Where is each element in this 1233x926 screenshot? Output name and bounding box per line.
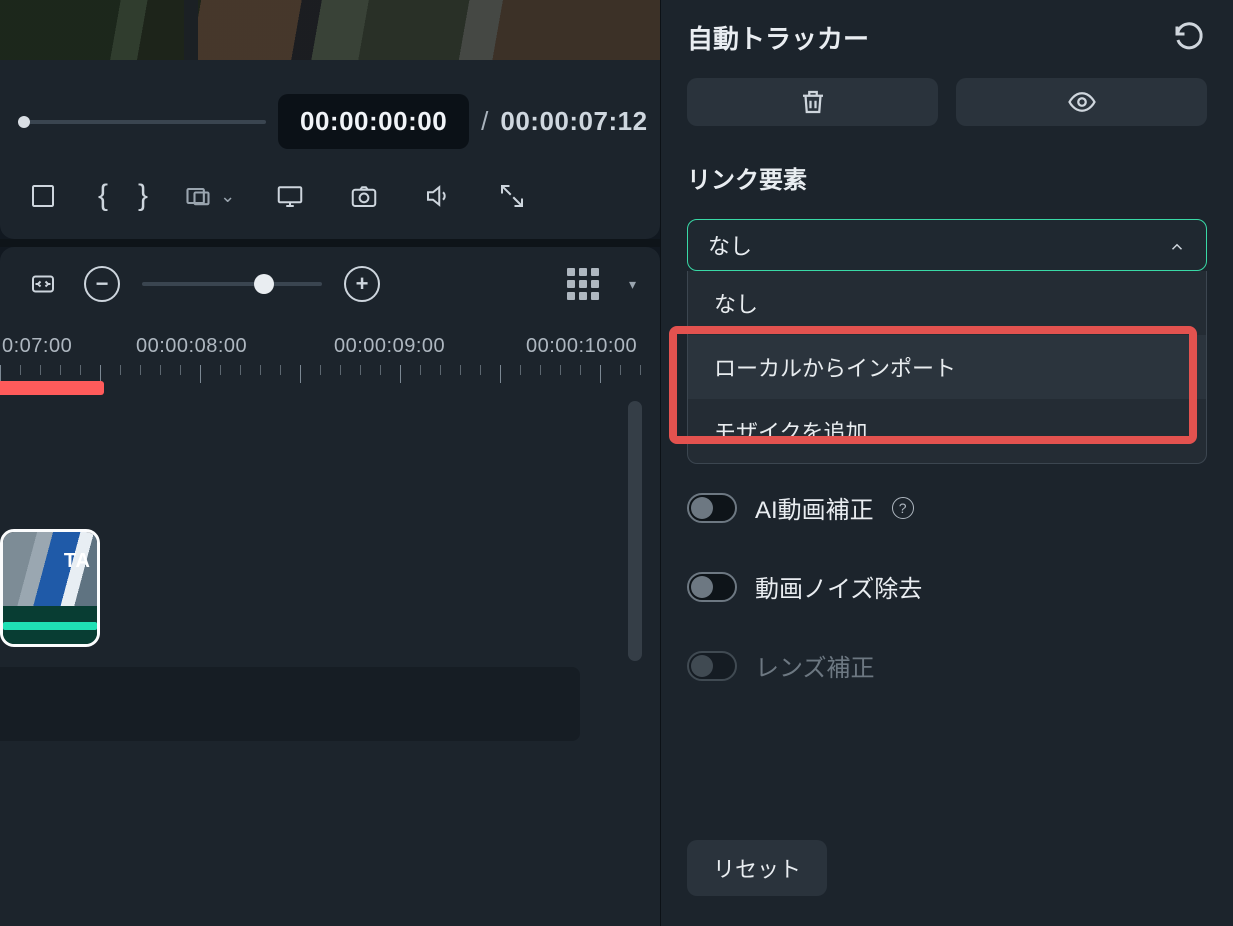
total-timecode: 00:00:07:12 xyxy=(500,106,647,137)
clip-audio-waveform xyxy=(3,606,97,646)
chevron-down-icon: ⌄ xyxy=(220,186,235,207)
current-timecode[interactable]: 00:00:00:00 xyxy=(278,94,469,149)
zoom-slider-handle[interactable] xyxy=(254,274,274,294)
ruler-label: 00:00:09:00 xyxy=(334,335,445,358)
inspector-panel: 自動トラッカー リンク要素 なし なし ローカルからインポート モザイクを追加 xyxy=(660,0,1233,926)
select-value: なし xyxy=(708,229,752,261)
mark-in-button[interactable]: { xyxy=(98,179,108,213)
dropdown-option-add-mosaic[interactable]: モザイクを追加 xyxy=(688,399,1206,463)
fit-width-icon[interactable] xyxy=(24,265,62,303)
editor-left-pane: 00:00:00:00 / 00:00:07:12 { } ⌄ xyxy=(0,0,660,926)
zoom-toolbar: − + ▾ xyxy=(0,247,660,321)
delete-button[interactable] xyxy=(687,78,938,126)
ruler-label: 0:07:00 xyxy=(2,335,72,358)
timecode-separator: / xyxy=(481,106,488,137)
lens-correction-label: レンズ補正 xyxy=(755,648,875,683)
timeline-tracks[interactable] xyxy=(0,401,660,926)
empty-track[interactable] xyxy=(0,667,580,741)
denoise-toggle[interactable] xyxy=(687,572,737,602)
mark-out-button[interactable]: } xyxy=(138,179,148,213)
ruler-label: 00:00:08:00 xyxy=(136,335,247,358)
scrub-slider[interactable] xyxy=(20,120,266,124)
undo-icon[interactable] xyxy=(1171,19,1207,55)
reset-button[interactable]: リセット xyxy=(687,840,827,896)
timeline[interactable]: 0:07:00 00:00:08:00 00:00:09:00 00:00:10… xyxy=(0,321,660,926)
trash-icon xyxy=(798,87,828,117)
volume-icon[interactable] xyxy=(419,177,457,215)
ruler-label: 00:00:10:00 xyxy=(526,335,637,358)
timeline-ruler[interactable]: 0:07:00 00:00:08:00 00:00:09:00 00:00:10… xyxy=(0,321,660,391)
mark-in-out-group: { } xyxy=(98,179,148,213)
dropdown-option-none[interactable]: なし xyxy=(688,271,1206,335)
link-element-dropdown: なし ローカルからインポート モザイクを追加 xyxy=(687,271,1207,464)
thumbnail-view-icon[interactable] xyxy=(567,268,599,300)
denoise-label: 動画ノイズ除去 xyxy=(755,569,922,604)
preview-wrap xyxy=(0,0,660,60)
dropdown-option-import-local[interactable]: ローカルからインポート xyxy=(688,335,1206,399)
help-icon[interactable]: ? xyxy=(892,497,914,519)
clip-thumbnail xyxy=(3,532,97,606)
eye-icon xyxy=(1067,87,1097,117)
chevron-up-icon xyxy=(1168,236,1186,254)
video-clip[interactable] xyxy=(0,529,100,647)
zoom-out-button[interactable]: − xyxy=(84,266,120,302)
fullscreen-icon[interactable] xyxy=(493,177,531,215)
ai-enhance-label: AI動画補正 xyxy=(755,490,874,525)
view-mode-chevron-icon[interactable]: ▾ xyxy=(629,276,636,293)
visibility-button[interactable] xyxy=(956,78,1207,126)
aspect-ratio-dropdown[interactable]: ⌄ xyxy=(184,182,235,210)
snapshot-icon[interactable] xyxy=(345,177,383,215)
link-element-label: リンク要素 xyxy=(687,160,1207,195)
panel-title: 自動トラッカー xyxy=(687,19,1171,56)
video-preview[interactable] xyxy=(0,0,660,60)
ai-enhance-toggle[interactable] xyxy=(687,493,737,523)
stop-icon[interactable] xyxy=(24,177,62,215)
playback-bar: 00:00:00:00 / 00:00:07:12 { } ⌄ xyxy=(0,60,660,239)
lens-correction-toggle xyxy=(687,651,737,681)
display-icon[interactable] xyxy=(271,177,309,215)
zoom-slider[interactable] xyxy=(142,282,322,286)
zoom-in-button[interactable]: + xyxy=(344,266,380,302)
playhead[interactable] xyxy=(0,381,104,395)
vertical-scrollbar[interactable] xyxy=(628,401,642,661)
link-element-select[interactable]: なし xyxy=(687,219,1207,271)
